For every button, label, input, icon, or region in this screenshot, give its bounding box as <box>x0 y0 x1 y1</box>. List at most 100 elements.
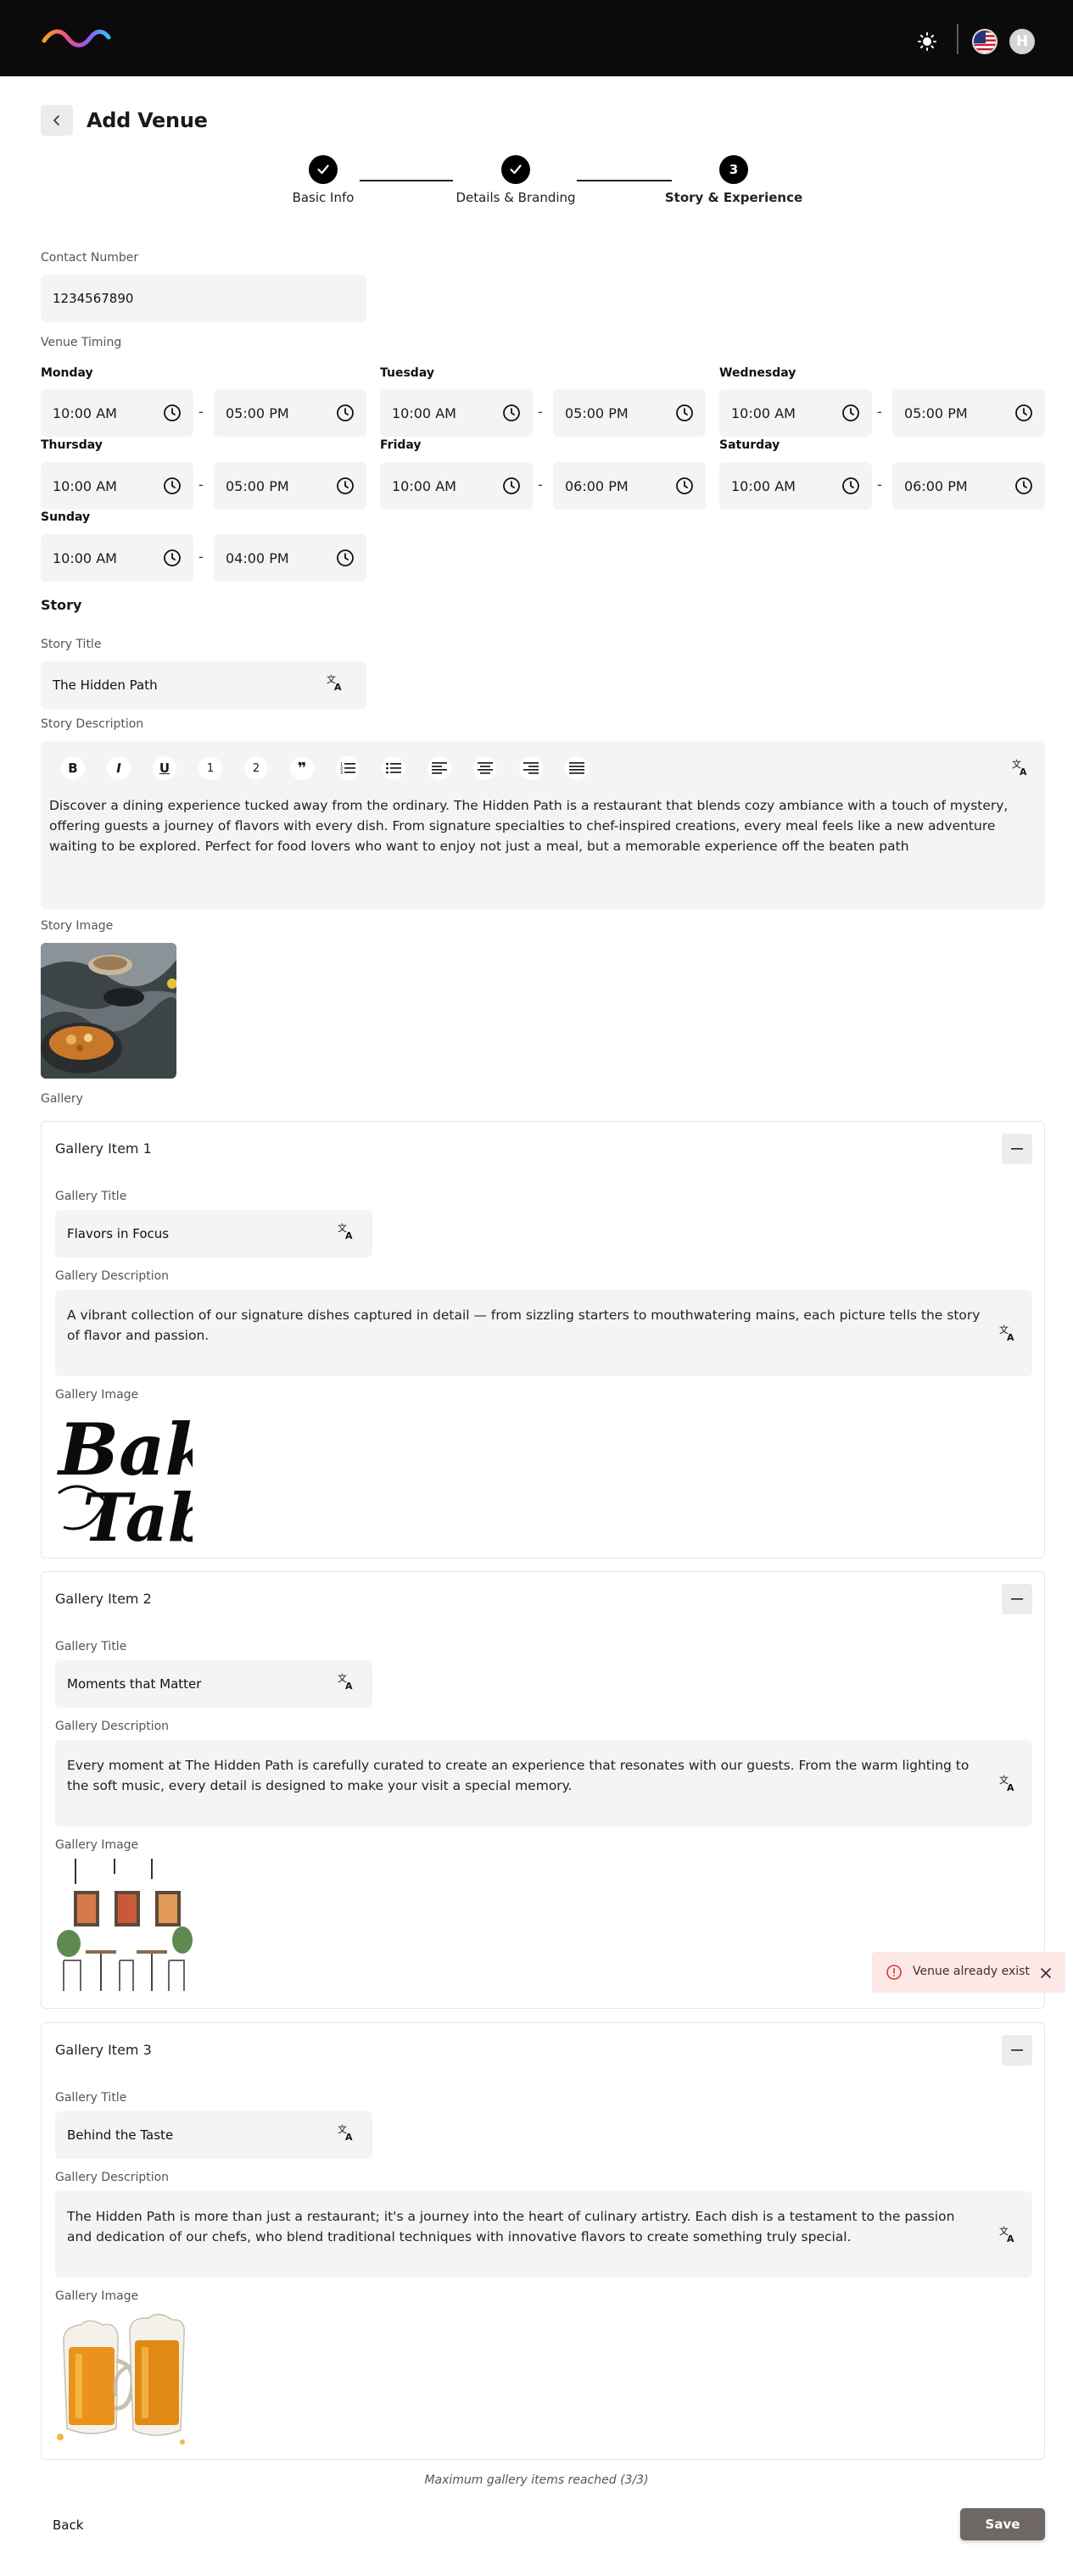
clock-icon[interactable] <box>841 477 860 499</box>
clock-icon[interactable] <box>163 477 182 499</box>
us-flag-icon[interactable] <box>972 29 998 54</box>
translate-icon[interactable]: 文A <box>997 1772 1019 1794</box>
story-title-input[interactable]: The Hidden Path 文A <box>41 661 366 709</box>
translate-icon[interactable]: 文A <box>997 2223 1019 2245</box>
italic-button[interactable]: I <box>107 756 131 780</box>
gallery-image-label: Gallery Image <box>55 1388 139 1402</box>
monday-open-time-input[interactable]: 10:00 AM <box>41 389 193 437</box>
blockquote-button[interactable]: ❞ <box>290 756 314 780</box>
wednesday-close-time-input[interactable]: 05:00 PM <box>892 389 1045 437</box>
back-button[interactable]: Back <box>53 2517 83 2533</box>
step-2-check-icon[interactable] <box>501 155 530 184</box>
brand-logo-icon[interactable] <box>41 29 112 51</box>
step-label-story-experience[interactable]: Story & Experience <box>640 190 827 205</box>
contact-number-label: Contact Number <box>41 251 139 265</box>
step-1-check-icon[interactable] <box>309 155 338 184</box>
saturday-close-time-input[interactable]: 06:00 PM <box>892 462 1045 510</box>
clock-icon[interactable] <box>502 477 521 499</box>
collapse-button[interactable] <box>1002 1134 1032 1164</box>
time-value: 10:00 AM <box>392 477 456 494</box>
clock-icon[interactable] <box>1014 404 1033 426</box>
top-navbar: H <box>0 0 1073 76</box>
avatar[interactable]: H <box>1009 29 1035 54</box>
translate-icon[interactable]: 文A <box>335 1220 357 1242</box>
gallery-title-input[interactable]: Behind the Taste 文A <box>55 2111 372 2159</box>
gallery-item-card: Gallery Item 2 Gallery Title Moments tha… <box>41 1571 1045 2009</box>
gallery-title-label: Gallery Title <box>55 2091 127 2105</box>
step-connector <box>577 180 672 181</box>
time-value: 10:00 AM <box>53 477 117 494</box>
clock-icon[interactable] <box>502 404 521 426</box>
gallery-description-input[interactable]: A vibrant collection of our signature di… <box>55 1290 1032 1376</box>
tuesday-close-time-input[interactable]: 05:00 PM <box>553 389 706 437</box>
thursday-close-time-input[interactable]: 05:00 PM <box>214 462 366 510</box>
gallery-description-label: Gallery Description <box>55 2171 170 2184</box>
translate-icon[interactable]: 文A <box>1009 756 1031 778</box>
gallery-image-label: Gallery Image <box>55 2289 139 2303</box>
sun-icon[interactable] <box>916 31 938 53</box>
align-left-icon[interactable] <box>428 756 451 780</box>
friday-close-time-input[interactable]: 06:00 PM <box>553 462 706 510</box>
thursday-open-time-input[interactable]: 10:00 AM <box>41 462 193 510</box>
translate-icon[interactable]: 文A <box>324 672 346 694</box>
align-right-icon[interactable] <box>519 756 543 780</box>
gallery-description-input[interactable]: Every moment at The Hidden Path is caref… <box>55 1740 1032 1826</box>
back-arrow-button[interactable] <box>41 105 73 136</box>
time-value: 10:00 AM <box>731 404 796 421</box>
time-separator: - <box>877 477 882 493</box>
bullet-list-icon[interactable] <box>382 756 405 780</box>
heading-2-button[interactable]: 2 <box>244 756 268 780</box>
collapse-button[interactable] <box>1002 1584 1032 1614</box>
time-separator: - <box>538 477 543 493</box>
time-value: 04:00 PM <box>226 549 289 566</box>
step-3-number[interactable]: 3 <box>719 155 748 184</box>
gallery-description-input[interactable]: The Hidden Path is more than just a rest… <box>55 2191 1032 2278</box>
saturday-open-time-input[interactable]: 10:00 AM <box>719 462 872 510</box>
clock-icon[interactable] <box>163 549 182 571</box>
clock-icon[interactable] <box>1014 477 1033 499</box>
time-value: 10:00 AM <box>731 477 796 494</box>
translate-icon[interactable]: 文A <box>997 1322 1019 1344</box>
close-icon[interactable] <box>1040 1966 1052 1982</box>
clock-icon[interactable] <box>336 477 355 499</box>
gallery-image[interactable] <box>55 2310 193 2447</box>
tuesday-open-time-input[interactable]: 10:00 AM <box>380 389 533 437</box>
gallery-image[interactable]: Bak Tab <box>55 1408 193 1546</box>
contact-number-input[interactable]: 1234567890 <box>41 275 366 322</box>
time-value: 05:00 PM <box>565 404 629 421</box>
sunday-open-time-input[interactable]: 10:00 AM <box>41 534 193 582</box>
collapse-button[interactable] <box>1002 2035 1032 2066</box>
step-label-details-branding[interactable]: Details & Branding <box>422 190 609 205</box>
align-justify-icon[interactable] <box>565 756 589 780</box>
story-rich-text-editor[interactable]: B I U 1 2 ❞ 123 文A Discover a dining exp… <box>41 741 1045 909</box>
gallery-title-input[interactable]: Flavors in Focus 文A <box>55 1210 372 1257</box>
underline-button[interactable]: U <box>153 756 176 780</box>
clock-icon[interactable] <box>336 549 355 571</box>
save-button[interactable]: Save <box>960 2508 1045 2540</box>
bold-button[interactable]: B <box>61 756 85 780</box>
story-description-text[interactable]: Discover a dining experience tucked away… <box>49 795 1040 856</box>
clock-icon[interactable] <box>675 477 694 499</box>
friday-open-time-input[interactable]: 10:00 AM <box>380 462 533 510</box>
clock-icon[interactable] <box>336 404 355 426</box>
clock-icon[interactable] <box>675 404 694 426</box>
monday-close-time-input[interactable]: 05:00 PM <box>214 389 366 437</box>
svg-text:A: A <box>345 1681 353 1691</box>
step-label-basic-info[interactable]: Basic Info <box>230 190 416 205</box>
translate-icon[interactable]: 文A <box>335 1670 357 1692</box>
sunday-close-time-input[interactable]: 04:00 PM <box>214 534 366 582</box>
clock-icon[interactable] <box>841 404 860 426</box>
toast-message: Venue already exist <box>913 1965 1030 1978</box>
heading-1-button[interactable]: 1 <box>198 756 222 780</box>
time-separator: - <box>198 549 204 565</box>
gallery-title-input[interactable]: Moments that Matter 文A <box>55 1660 372 1708</box>
gallery-image[interactable] <box>55 1859 193 1996</box>
align-center-icon[interactable] <box>473 756 497 780</box>
clock-icon[interactable] <box>163 404 182 426</box>
ordered-list-icon[interactable]: 123 <box>336 756 360 780</box>
story-image[interactable] <box>41 943 176 1079</box>
svg-text:A: A <box>334 682 342 692</box>
translate-icon[interactable]: 文A <box>335 2122 357 2144</box>
wednesday-open-time-input[interactable]: 10:00 AM <box>719 389 872 437</box>
max-gallery-note: Maximum gallery items reached (3/3) <box>424 2473 649 2487</box>
